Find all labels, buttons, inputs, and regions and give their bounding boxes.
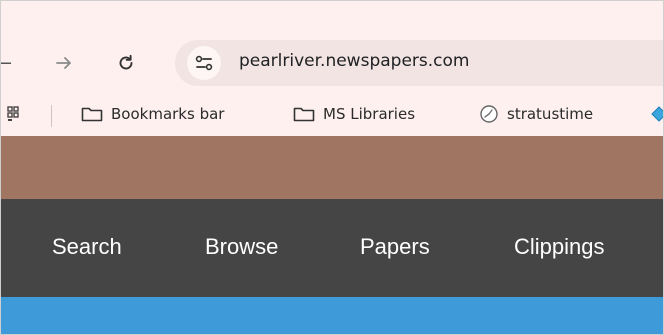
bookmarks-bar: Bookmarks bar MS Libraries stratustime — [1, 97, 664, 131]
bookmark-label: stratustime — [507, 105, 594, 123]
site-subnav-band — [1, 297, 663, 334]
clock-icon — [480, 105, 498, 123]
back-button[interactable]: — — [1, 47, 17, 77]
url-text[interactable]: pearlriver.newspapers.com — [239, 51, 469, 71]
nav-search[interactable]: Search — [52, 234, 122, 260]
bookmark-bookmarks-bar[interactable]: Bookmarks bar — [81, 97, 224, 131]
browser-window: — pearlriver.newspapers.com — [0, 0, 664, 335]
bookmark-stratustime[interactable]: stratustime — [479, 97, 593, 131]
bookmarks-divider — [51, 105, 52, 127]
reload-icon — [119, 54, 133, 70]
reload-button[interactable] — [111, 48, 141, 78]
site-nav: Search Browse Papers Clippings — [1, 199, 663, 297]
tab-strip — [1, 1, 663, 15]
nav-clippings[interactable]: Clippings — [514, 234, 605, 260]
apps-grid-icon[interactable] — [7, 106, 19, 122]
bookmark-ms-libraries[interactable]: MS Libraries — [293, 97, 415, 131]
back-arrow-icon: — — [1, 50, 12, 74]
nav-papers[interactable]: Papers — [360, 234, 430, 260]
folder-icon — [293, 107, 315, 122]
browser-toolbar: — pearlriver.newspapers.com — [1, 15, 663, 86]
forward-arrow-icon — [56, 57, 71, 69]
site-header-band — [1, 131, 663, 199]
folder-icon — [81, 107, 103, 122]
site-settings-icon — [195, 55, 213, 71]
bookmark-label: MS Libraries — [323, 105, 416, 123]
diamond-bookmark-icon[interactable] — [651, 106, 664, 122]
site-info-button[interactable] — [187, 46, 221, 80]
address-bar[interactable]: pearlriver.newspapers.com — [175, 40, 663, 86]
bookmark-label: Bookmarks bar — [111, 105, 225, 123]
forward-button[interactable] — [49, 48, 79, 78]
nav-browse[interactable]: Browse — [205, 234, 278, 260]
